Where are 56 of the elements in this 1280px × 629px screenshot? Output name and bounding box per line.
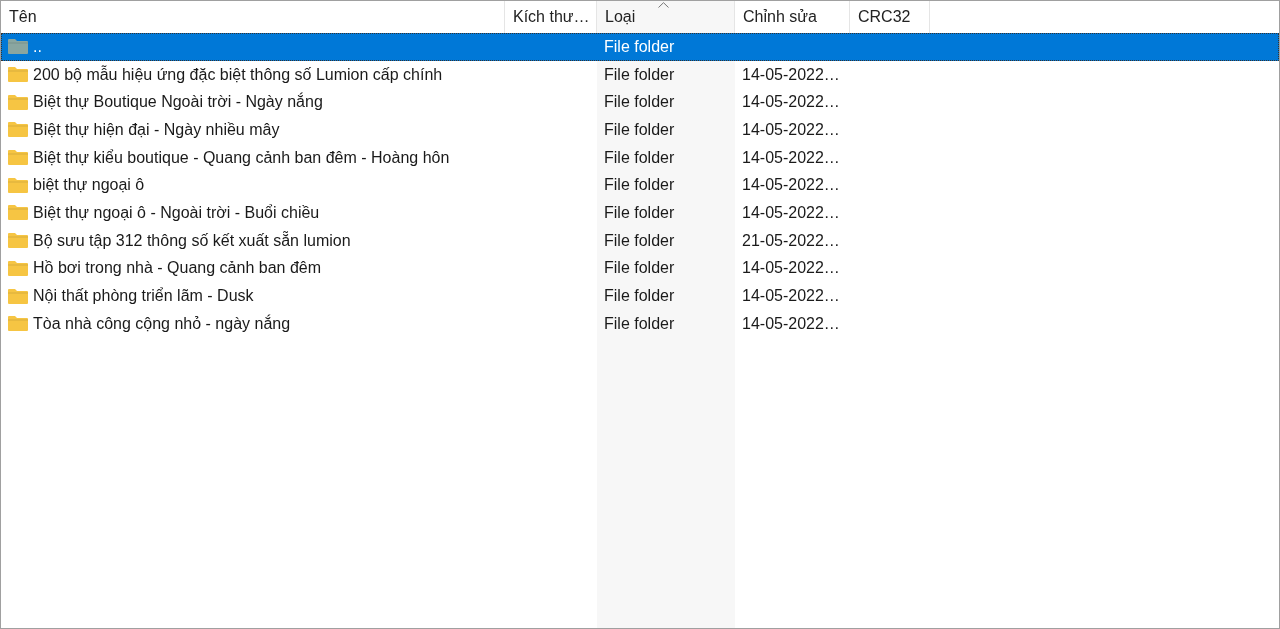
file-name: Biệt thự Boutique Ngoài trời - Ngày nắng <box>33 93 323 112</box>
sort-caret-icon <box>658 2 669 8</box>
file-row[interactable]: Biệt thự kiểu boutique - Quang cảnh ban đêm - Hoàng hôn File folder 14-05-2022… <box>1 143 1279 172</box>
folder-icon <box>7 149 29 167</box>
column-header[interactable]: Loại <box>597 1 735 33</box>
folder-icon <box>7 38 29 56</box>
file-type: File folder <box>604 203 675 222</box>
file-type: File folder <box>604 65 675 84</box>
modified-date: 21-05-2022… <box>742 231 840 250</box>
file-row[interactable]: Biệt thự ngoại ô - Ngoài trời - Buổi chiều File folder 14-05-2022… <box>1 199 1279 227</box>
file-name: Biệt thự kiểu boutique - Quang cảnh ban đêm - Hoàng hôn <box>33 148 450 167</box>
file-row[interactable]: Biệt thự Boutique Ngoài trời - Ngày nắng File folder 14-05-2022… <box>1 88 1279 117</box>
folder-icon <box>7 287 29 305</box>
file-name: Biệt thự hiện đại - Ngày nhiều mây <box>33 120 280 139</box>
file-row[interactable]: biệt thự ngoại ô File folder 14-05-2022… <box>1 171 1279 200</box>
file-row[interactable]: Bộ sưu tập 312 thông số kết xuất sẵn lumion File folder 21-05-2022… <box>1 226 1279 255</box>
folder-icon <box>7 121 29 139</box>
modified-date: 14-05-2022… <box>742 203 840 222</box>
file-name: Nội thất phòng triển lãm - Dusk <box>33 287 254 306</box>
modified-date: 14-05-2022… <box>742 120 840 139</box>
file-row[interactable]: 200 bộ mẫu hiệu ứng đặc biệt thông số Lumion cấp chính File folder 14-05-2022… <box>1 60 1279 89</box>
file-name: Bộ sưu tập 312 thông số kết xuất sẵn lumion <box>33 231 351 250</box>
file-type: File folder <box>604 259 675 278</box>
modified-date: 14-05-2022… <box>742 148 840 167</box>
modified-date: 14-05-2022… <box>742 287 840 306</box>
folder-icon <box>7 93 29 111</box>
file-name: Biệt thự ngoại ô - Ngoài trời - Buổi chiều <box>33 203 320 222</box>
modified-date: 14-05-2022… <box>742 65 840 84</box>
file-type: File folder <box>604 37 675 56</box>
file-name: .. <box>33 37 42 56</box>
modified-date: 14-05-2022… <box>742 259 840 278</box>
file-row[interactable]: Tòa nhà công cộng nhỏ - ngày nắng File folder 14-05-2022… <box>1 309 1279 338</box>
file-type: File folder <box>604 176 675 195</box>
folder-icon <box>7 259 29 277</box>
file-name: Tòa nhà công cộng nhỏ - ngày nắng <box>33 314 291 333</box>
file-row[interactable]: Biệt thự hiện đại - Ngày nhiều mây File folder 14-05-2022… <box>1 116 1279 144</box>
file-row[interactable]: .. File folder <box>1 33 1279 61</box>
folder-icon <box>7 66 29 84</box>
folder-icon <box>7 232 29 250</box>
file-type: File folder <box>604 231 675 250</box>
file-name: Hồ bơi trong nhà - Quang cảnh ban đêm <box>33 259 321 278</box>
modified-date: 14-05-2022… <box>742 314 840 333</box>
file-row[interactable]: Nội thất phòng triển lãm - Dusk File folder 14-05-2022… <box>1 282 1279 310</box>
file-name: 200 bộ mẫu hiệu ứng đặc biệt thông số Lumion cấp chính <box>33 65 443 84</box>
modified-date: 14-05-2022… <box>742 93 840 112</box>
folder-icon <box>7 176 29 194</box>
file-type: File folder <box>604 93 675 112</box>
file-type: File folder <box>604 120 675 139</box>
file-name: biệt thự ngoại ô <box>33 176 145 195</box>
folder-icon <box>7 315 29 333</box>
file-type: File folder <box>604 148 675 167</box>
file-type: File folder <box>604 314 675 333</box>
folder-icon <box>7 204 29 222</box>
file-row[interactable]: Hồ bơi trong nhà - Quang cảnh ban đêm File folder 14-05-2022… <box>1 254 1279 283</box>
file-type: File folder <box>604 287 675 306</box>
modified-date: 14-05-2022… <box>742 176 840 195</box>
